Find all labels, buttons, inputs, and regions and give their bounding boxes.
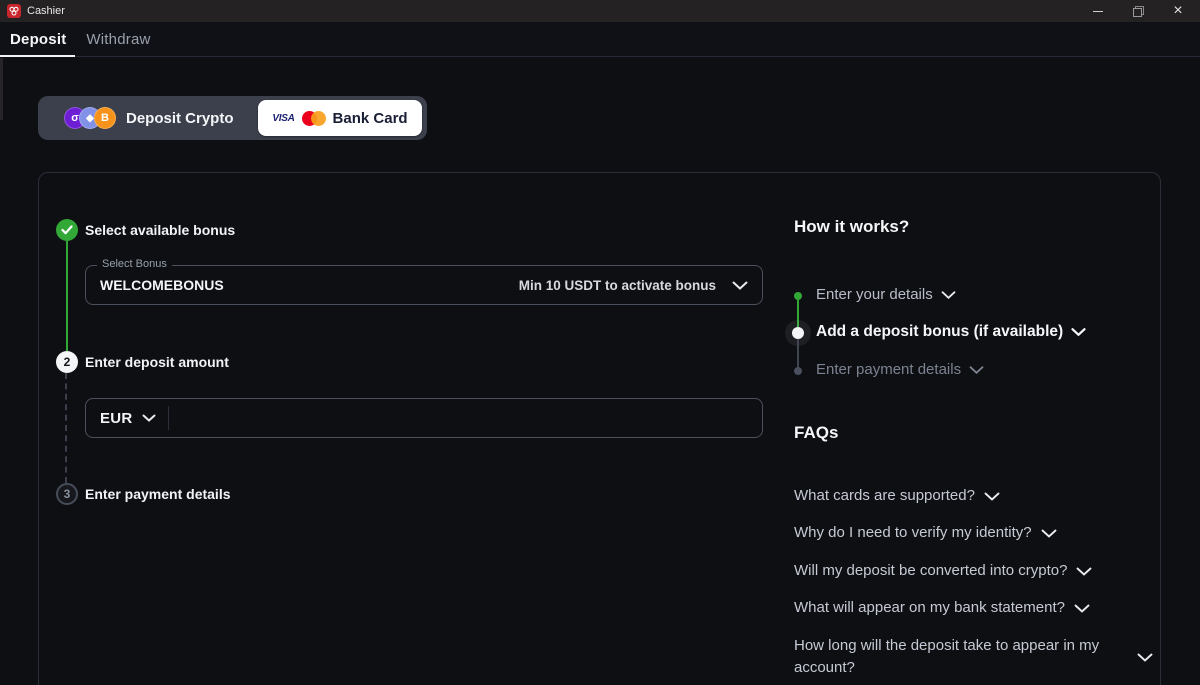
hiw-item-label: Add a deposit bonus (if available): [816, 323, 1063, 341]
minimize-icon: [1093, 11, 1103, 12]
faq-item[interactable]: Why do I need to verify my identity?: [794, 522, 1057, 544]
chevron-down-icon: [984, 492, 1000, 501]
faq-item[interactable]: What cards are supported?: [794, 485, 1000, 507]
app-logo-icon: [7, 4, 21, 18]
payment-method-toggle: σ ◆ B Deposit Crypto VISA Bank Card: [38, 96, 427, 140]
app-title: Cashier: [27, 5, 65, 17]
step-connector-pending: [65, 373, 67, 483]
chevron-down-icon: [1076, 567, 1092, 576]
step1-complete-icon: [56, 219, 78, 241]
faqs-title: FAQs: [794, 423, 838, 443]
bitcoin-coin-icon: B: [94, 107, 116, 129]
mastercard-orange-circle: [311, 111, 326, 126]
minimize-button[interactable]: [1078, 0, 1118, 22]
bonus-select[interactable]: WELCOMEBONUS Min 10 USDT to activate bon…: [85, 265, 763, 305]
step3-label: Enter payment details: [85, 486, 231, 502]
step-connector-complete: [66, 241, 68, 351]
chevron-down-icon: [732, 281, 748, 290]
deposit-card: Select available bonus 2 Enter deposit a…: [38, 172, 1161, 685]
how-it-works-title: How it works?: [794, 217, 909, 237]
faq-item[interactable]: What will appear on my bank statement?: [794, 597, 1090, 619]
bonus-min-hint: Min 10 USDT to activate bonus: [519, 278, 716, 293]
left-accent-strip: [0, 58, 3, 120]
titlebar: Cashier ×: [0, 0, 1200, 22]
bank-card-option[interactable]: VISA Bank Card: [258, 100, 422, 136]
chevron-down-icon: [1074, 604, 1090, 613]
step3-number: 3: [56, 483, 78, 505]
chevron-down-icon: [1071, 328, 1086, 336]
restore-button[interactable]: [1118, 0, 1158, 22]
bonus-select-value: WELCOMEBONUS: [100, 277, 519, 293]
hiw-item-add-bonus[interactable]: Add a deposit bonus (if available): [816, 323, 1086, 341]
faq-item[interactable]: How long will the deposit take to appear…: [794, 635, 1186, 679]
deposit-crypto-label: Deposit Crypto: [126, 110, 234, 127]
chevron-down-icon: [969, 366, 984, 374]
hiw-step3-dot: [794, 367, 802, 375]
deposit-amount-field: EUR: [85, 398, 763, 438]
faq-question: Why do I need to verify my identity?: [794, 522, 1032, 544]
close-button[interactable]: ×: [1158, 0, 1198, 22]
chevron-down-icon: [941, 291, 956, 299]
chevron-down-icon: [1041, 529, 1057, 538]
step2-number: 2: [56, 351, 78, 373]
tabbar: Deposit Withdraw: [0, 22, 1200, 57]
close-icon: ×: [1173, 3, 1182, 19]
restore-icon: [1133, 6, 1143, 16]
hiw-connector-gray: [797, 339, 799, 367]
currency-select[interactable]: EUR: [100, 410, 156, 427]
faq-question: Will my deposit be converted into crypto…: [794, 560, 1067, 582]
faq-question: What will appear on my bank statement?: [794, 597, 1065, 619]
visa-logo: VISA: [272, 113, 294, 124]
hiw-connector-green: [797, 300, 799, 327]
cashier-window: Cashier × Deposit Withdraw σ ◆ B Deposit…: [0, 0, 1200, 685]
deposit-amount-input[interactable]: [169, 399, 748, 437]
window-controls: ×: [1078, 0, 1198, 22]
step1-label: Select available bonus: [85, 222, 235, 238]
bank-card-label: Bank Card: [333, 110, 408, 127]
step2-label: Enter deposit amount: [85, 354, 229, 370]
tab-deposit[interactable]: Deposit: [10, 31, 66, 48]
hiw-item-label: Enter payment details: [816, 361, 961, 378]
hiw-item-enter-details[interactable]: Enter your details: [816, 286, 956, 303]
hiw-item-label: Enter your details: [816, 286, 933, 303]
tab-withdraw[interactable]: Withdraw: [86, 31, 150, 48]
faq-question: What cards are supported?: [794, 485, 975, 507]
bonus-select-label: Select Bonus: [97, 258, 172, 270]
currency-code: EUR: [100, 410, 133, 427]
hiw-step1-dot: [794, 292, 802, 300]
faq-item[interactable]: Will my deposit be converted into crypto…: [794, 560, 1092, 582]
hiw-step2-dot: [792, 327, 804, 339]
mastercard-logo: [302, 111, 326, 126]
chevron-down-icon: [142, 414, 156, 422]
chevron-down-icon: [1137, 653, 1153, 662]
faq-question: How long will the deposit take to appear…: [794, 635, 1128, 679]
hiw-item-payment-details[interactable]: Enter payment details: [816, 361, 984, 378]
active-tab-underline: [0, 55, 75, 57]
